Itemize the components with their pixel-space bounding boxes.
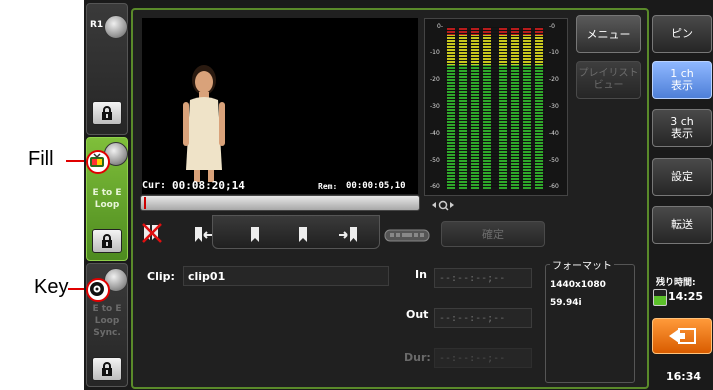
next-out-icon[interactable] [337, 224, 361, 246]
cur-timecode-value: 00:08:20;14 [172, 179, 245, 192]
channel-key-mode-line1: E to E [92, 304, 122, 314]
channel-r1-lock-button[interactable] [92, 101, 122, 125]
cur-timecode-label: Cur: [142, 180, 167, 191]
battery-icon [653, 289, 667, 306]
scrub-playhead[interactable] [144, 197, 146, 209]
ch1-view-button[interactable]: 1 ch 表示 [652, 61, 712, 99]
mark-out-icon[interactable] [293, 224, 313, 246]
remaining-time-label: 残り時間: [656, 278, 696, 288]
confirm-button[interactable]: 確定 [441, 221, 545, 247]
channel-key-mode-line3: Sync. [93, 328, 121, 338]
channel-key-lock-button[interactable] [92, 357, 122, 381]
channel-r1-label: R1 [90, 20, 104, 30]
in-label: In [415, 268, 427, 281]
format-rate: 59.94i [550, 298, 582, 308]
scrub-bar[interactable] [140, 195, 420, 211]
settings-button[interactable]: 設定 [652, 158, 712, 196]
ch3-view-button[interactable]: 3 ch 表示 [652, 109, 712, 147]
clip-name-field[interactable]: clip01 [183, 266, 389, 286]
key-annotation-label: Key [34, 276, 69, 298]
channel-key-mode-line2: Loop [94, 316, 120, 326]
rem-timecode-label: Rem: [318, 182, 338, 191]
channel-r1-status-led [104, 15, 128, 39]
clip-label: Clip: [147, 270, 175, 283]
prev-in-icon[interactable] [192, 224, 216, 246]
in-timecode-field[interactable]: --:--:--;-- [434, 268, 532, 288]
ch1-view-label-line2: 表示 [671, 79, 693, 92]
fill-annotation-label: Fill [28, 148, 54, 170]
dur-label: Dur: [404, 351, 431, 364]
channel-fill-lock-button[interactable] [92, 229, 122, 253]
format-title: フォーマット [550, 257, 614, 272]
dur-timecode-field: --:--:--;-- [434, 348, 532, 368]
meter-bars [445, 27, 545, 189]
remaining-time-value: 14:25 [668, 290, 704, 303]
audio-meter: 0- -10 -20 -30 -40 -50 -60 -0 -10 -20 -3… [424, 18, 568, 196]
lock-icon [102, 234, 112, 248]
back-arrow-icon [669, 328, 696, 344]
playlist-view-button[interactable]: プレイリスト ビュー [576, 61, 641, 99]
transfer-button[interactable]: 転送 [652, 206, 712, 244]
mark-in-icon[interactable] [245, 224, 265, 246]
ch3-view-label-line2: 表示 [671, 127, 693, 140]
key-icon [89, 281, 105, 297]
keyboard-icon[interactable] [382, 226, 432, 244]
pin-button[interactable]: ピン [652, 15, 712, 53]
video-preview [142, 18, 418, 194]
playlist-view-label-line2: ビュー [593, 80, 624, 91]
lock-icon [102, 106, 112, 120]
mark-clear-button[interactable] [140, 222, 164, 244]
format-resolution: 1440x1080 [550, 280, 606, 290]
menu-button[interactable]: メニュー [576, 15, 641, 53]
rem-timecode-value: 00:00:05,10 [346, 181, 406, 191]
zoom-icon[interactable] [430, 196, 456, 211]
fill-tv-icon [89, 153, 105, 169]
out-timecode-field[interactable]: --:--:--;-- [434, 308, 532, 328]
clock: 16:34 [666, 370, 702, 383]
channel-fill-mode-line1: E to E [92, 188, 122, 198]
playlist-view-label-line1: プレイリスト [578, 68, 639, 79]
back-button[interactable] [652, 318, 712, 354]
presenter-image [183, 65, 225, 182]
lock-icon [102, 362, 112, 376]
channel-fill-mode-line2: Loop [94, 200, 120, 210]
out-label: Out [406, 308, 429, 321]
